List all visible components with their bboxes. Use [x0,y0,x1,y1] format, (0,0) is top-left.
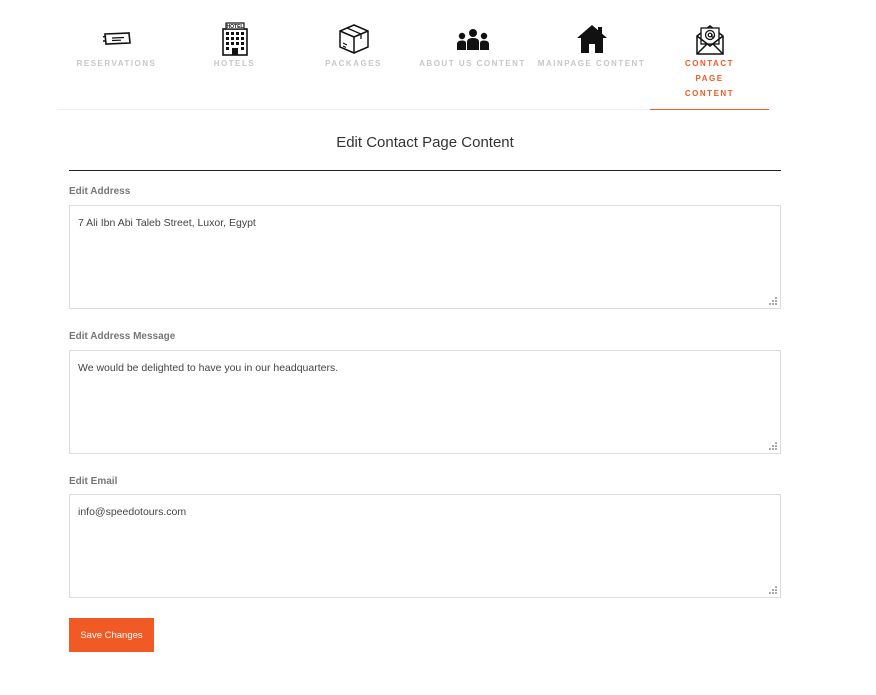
people-group-icon [456,22,490,56]
resize-grip-icon[interactable] [768,441,777,450]
tab-hotels[interactable]: HOTEL HOTELS [175,0,294,110]
tab-packages[interactable]: PACKAGES [294,0,413,110]
tab-contact-page[interactable]: CONTACT PAGE CONTENT [650,0,769,110]
tab-label: MAINPAGE CONTENT [537,59,646,68]
ticket-icon [100,22,134,56]
tab-label: CONTACT PAGE CONTENT [684,59,735,98]
tab-label: RESERVATIONS [76,59,157,68]
hotel-building-icon: HOTEL [218,22,252,56]
tab-label: HOTELS [213,59,256,68]
resize-grip-icon[interactable] [768,585,777,594]
address-message-label: Edit Address Message [69,331,176,342]
address-textarea[interactable]: 7 Ali Ibn Abi Taleb Street, Luxor, Egypt [69,205,781,309]
hotel-sign-text: HOTEL [226,24,243,30]
tab-mainpage[interactable]: MAINPAGE CONTENT [532,0,651,110]
admin-tab-bar: RESERVATIONS HOTEL HOTELS PACKAGES ABOUT… [57,0,769,110]
save-changes-button[interactable]: Save Changes [69,618,154,652]
address-message-textarea[interactable]: We would be delighted to have you in our… [69,350,781,454]
package-box-icon [337,22,371,56]
resize-grip-icon[interactable] [768,296,777,305]
email-label: Edit Email [69,476,118,487]
tab-reservations[interactable]: RESERVATIONS [57,0,176,110]
title-divider [69,170,781,171]
address-message-value: We would be delighted to have you in our… [78,362,339,374]
home-icon [575,22,609,56]
email-value: info@speedotours.com [78,506,187,518]
email-textarea[interactable]: info@speedotours.com [69,494,781,598]
tab-label: ABOUT US CONTENT [419,59,526,68]
address-label: Edit Address [69,186,131,197]
address-value: 7 Ali Ibn Abi Taleb Street, Luxor, Egypt [78,217,256,229]
tab-about-us[interactable]: ABOUT US CONTENT [413,0,532,110]
mail-at-icon [693,22,727,56]
tab-label: PACKAGES [325,59,382,68]
page-title: Edit Contact Page Content [336,134,514,151]
